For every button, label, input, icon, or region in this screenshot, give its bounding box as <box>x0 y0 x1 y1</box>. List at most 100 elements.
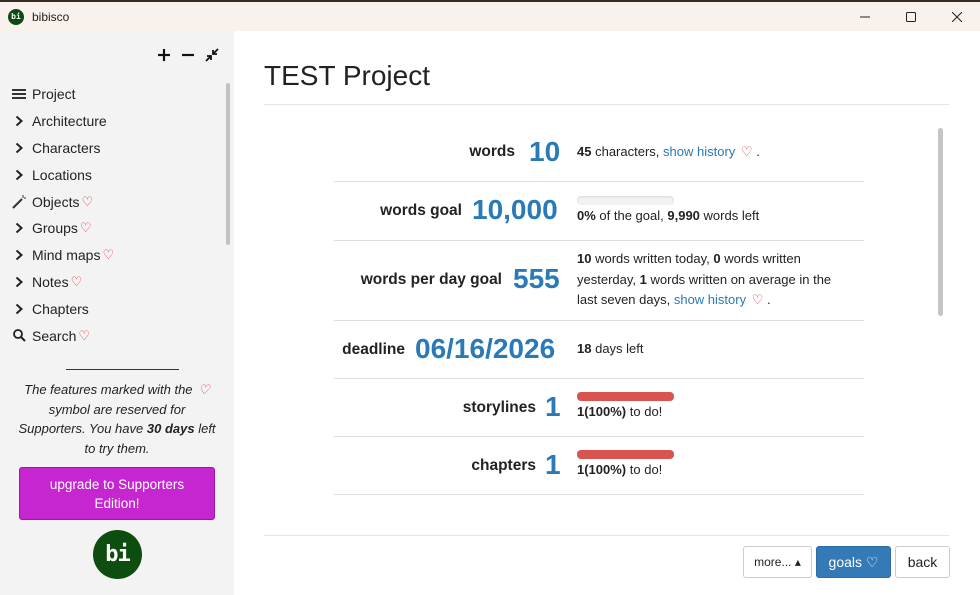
stat-info: 1(100%) to do! <box>577 462 663 477</box>
chevron-right-icon <box>12 248 26 262</box>
goals-label: goals <box>828 554 862 570</box>
heart-icon: ♡ <box>740 144 753 159</box>
main-scrollbar[interactable] <box>938 128 943 316</box>
stat-label: chapters <box>471 457 536 474</box>
chevron-right-icon <box>12 302 26 316</box>
stat-info: 1(100%) to do! <box>577 404 663 419</box>
window-controls <box>842 2 980 31</box>
title-divider <box>264 104 949 105</box>
tree-tools <box>156 47 220 63</box>
sidebar-item-notes[interactable]: Notes ♡ <box>12 269 114 296</box>
sidebar-item-architecture[interactable]: Architecture <box>12 108 114 135</box>
stat-info: 45 characters, show history ♡ . <box>577 144 760 159</box>
stat-value: 06/16/2026 <box>415 333 556 364</box>
stat-row-words-per-day: words per day goal 555 10 words written … <box>334 241 864 321</box>
stat-label: words <box>469 143 515 160</box>
heart-icon: ♡ <box>78 327 91 343</box>
heart-icon: ♡ <box>865 553 879 570</box>
stat-label: words per day goal <box>360 271 502 288</box>
heart-icon: ♡ <box>81 193 94 209</box>
stat-row-words: words 10 45 characters, show history ♡ . <box>334 123 864 182</box>
sidebar-item-label: Architecture <box>32 113 107 130</box>
storylines-progress-bar <box>577 392 674 401</box>
stat-row-storylines: storylines 1 1(100%) to do! <box>334 379 864 437</box>
stat-row-deadline: deadline 06/16/2026 18 days left <box>334 321 864 379</box>
minimize-icon <box>860 16 870 17</box>
stat-value: 10 <box>529 136 561 167</box>
footer-divider <box>264 535 949 536</box>
stat-value: 1 <box>545 391 561 422</box>
window-title: bibisco <box>32 9 70 24</box>
sidebar-item-locations[interactable]: Locations <box>12 161 114 188</box>
stat-label: words goal <box>380 202 462 219</box>
words-goal-progress-bar <box>577 196 674 205</box>
stat-info: 0% of the goal, 9,990 words left <box>577 208 760 223</box>
compress-icon <box>205 48 219 62</box>
app-logo-icon: bi <box>8 8 24 25</box>
window-titlebar: bi bibisco <box>0 0 980 31</box>
stat-value: 555 <box>513 263 560 294</box>
chevron-right-icon <box>12 114 26 128</box>
maximize-icon <box>906 11 916 22</box>
chevron-right-icon <box>12 141 26 155</box>
sidebar-item-label: Characters <box>32 139 101 156</box>
collapse-all-button[interactable] <box>180 47 196 63</box>
heart-icon: ♡ <box>70 273 83 289</box>
magic-wand-icon <box>12 194 26 209</box>
sidebar-item-label: Locations <box>32 166 92 183</box>
sidebar-item-label: Search <box>32 327 77 344</box>
sidebar-item-label: Notes <box>32 273 69 290</box>
chevron-right-icon <box>12 275 26 289</box>
sidebar-item-characters[interactable]: Characters <box>12 135 114 162</box>
sidebar-scrollbar[interactable] <box>226 83 230 245</box>
compress-button[interactable] <box>204 47 220 63</box>
sidebar-item-label: Project <box>32 86 76 103</box>
goals-button[interactable]: goals ♡ <box>816 546 891 578</box>
close-icon <box>952 11 962 22</box>
stat-label: deadline <box>342 341 405 358</box>
sidebar-item-search[interactable]: Search ♡ <box>12 322 114 349</box>
sidebar-item-mind-maps[interactable]: Mind maps ♡ <box>12 242 114 269</box>
heart-icon: ♡ <box>79 220 92 236</box>
sidebar-item-label: Objects <box>32 193 80 210</box>
stat-info: 10 words written today, 0 words written … <box>577 251 832 307</box>
show-history-link[interactable]: show history <box>663 144 735 159</box>
chapters-progress-bar <box>577 450 674 459</box>
sidebar-item-label: Groups <box>32 220 78 237</box>
heart-icon: ♡ <box>198 382 210 397</box>
stat-info: 18 days left <box>577 341 644 356</box>
sidebar: Project Architecture Characters Location… <box>0 31 234 595</box>
upgrade-button[interactable]: upgrade to Supporters Edition! <box>19 467 215 520</box>
supporters-note: The features marked with the ♡ symbol ar… <box>18 382 216 456</box>
stat-label: storylines <box>462 399 536 416</box>
page-title: TEST Project <box>264 60 430 91</box>
expand-all-button[interactable] <box>156 47 172 63</box>
list-icon <box>12 87 26 101</box>
sidebar-item-label: Mind maps <box>32 247 101 264</box>
close-button[interactable] <box>934 2 980 31</box>
sidebar-item-project[interactable]: Project <box>12 81 114 108</box>
stat-row-words-goal: words goal 10,000 0% of the goal, 9,990 … <box>334 182 864 241</box>
stat-row-chapters: chapters 1 1(100%) to do! <box>334 437 864 495</box>
bibisco-logo: bi <box>93 530 142 579</box>
stat-value: 10,000 <box>472 194 558 225</box>
sidebar-item-chapters[interactable]: Chapters <box>12 295 114 322</box>
minus-icon <box>182 53 194 57</box>
sidebar-item-label: Chapters <box>32 300 89 317</box>
more-button[interactable]: more... ▴ <box>743 546 812 578</box>
sidebar-item-objects[interactable]: Objects ♡ <box>12 188 114 215</box>
minimize-button[interactable] <box>842 2 888 31</box>
chevron-right-icon <box>12 168 26 182</box>
chevron-right-icon <box>12 221 26 235</box>
stat-value: 1 <box>545 449 561 480</box>
sidebar-nav: Project Architecture Characters Location… <box>12 81 114 349</box>
back-button[interactable]: back <box>895 546 950 578</box>
plus-icon <box>158 49 170 61</box>
maximize-button[interactable] <box>888 2 934 31</box>
sidebar-separator <box>66 369 179 370</box>
sidebar-item-groups[interactable]: Groups ♡ <box>12 215 114 242</box>
show-history-link[interactable]: show history <box>674 292 746 307</box>
search-icon <box>12 329 26 343</box>
heart-icon: ♡ <box>102 247 115 263</box>
heart-icon: ♡ <box>751 292 764 307</box>
